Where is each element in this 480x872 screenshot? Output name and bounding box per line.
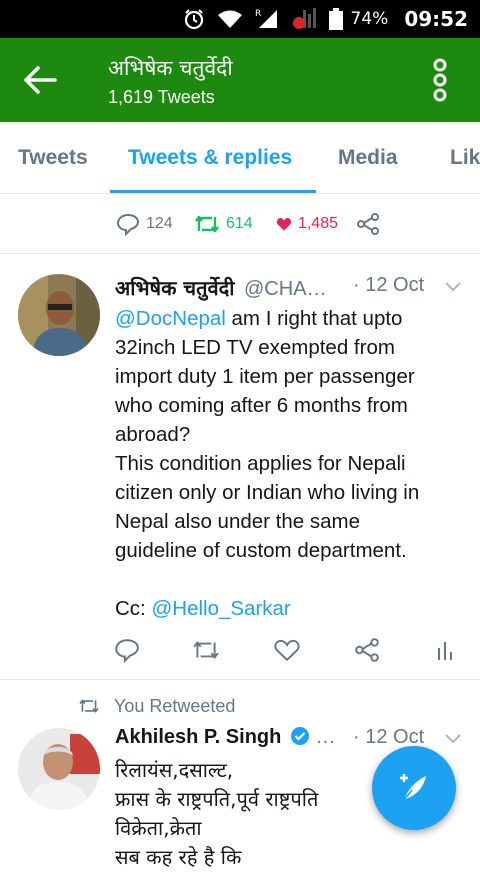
author-handle[interactable]: @CHA… bbox=[244, 278, 327, 300]
overflow-menu-button[interactable] bbox=[418, 56, 462, 104]
analytics-button[interactable] bbox=[436, 632, 454, 668]
heart-icon bbox=[276, 218, 292, 231]
handle-ellipsis: … bbox=[315, 726, 336, 748]
reply-icon bbox=[116, 213, 140, 236]
alarm-icon bbox=[183, 8, 205, 30]
verified-badge-icon bbox=[290, 726, 310, 752]
retweet-icon bbox=[79, 699, 99, 713]
retweet-count: 614 bbox=[226, 215, 253, 232]
retweet-context: You Retweeted bbox=[78, 692, 235, 720]
share-icon bbox=[357, 213, 379, 235]
previous-tweet-actions: 124 614 1,485 bbox=[0, 194, 480, 254]
tweet-menu-button[interactable] bbox=[444, 732, 462, 750]
tab-tweets-and-replies[interactable]: Tweets & replies bbox=[128, 122, 292, 193]
profile-tabs: Tweets Tweets & replies Media Likes bbox=[0, 122, 480, 194]
reply-button[interactable] bbox=[114, 632, 140, 668]
avatar[interactable] bbox=[18, 274, 100, 356]
arrow-left-icon bbox=[24, 66, 57, 94]
reply-count: 124 bbox=[146, 215, 173, 232]
compose-feather-icon bbox=[400, 774, 426, 801]
signal-icon: R bbox=[255, 8, 279, 30]
tweet-actions bbox=[0, 624, 480, 674]
analytics-icon bbox=[438, 642, 452, 660]
retweet-icon bbox=[193, 641, 219, 659]
back-button[interactable] bbox=[18, 58, 62, 102]
app-bar: अभिषेक चतुर्वेदी 1,619 Tweets bbox=[0, 38, 480, 122]
tweet-menu-button[interactable] bbox=[444, 280, 462, 298]
status-bar: R 74% 09:52 bbox=[0, 0, 480, 38]
tweet-count: 1,619 Tweets bbox=[108, 87, 215, 107]
author-name[interactable]: अभिषेक चतुर्वेदी bbox=[115, 276, 234, 300]
clock: 09:52 bbox=[404, 7, 468, 31]
share-button[interactable] bbox=[354, 632, 380, 668]
reply-button[interactable]: 124 bbox=[116, 194, 173, 254]
like-count: 1,485 bbox=[297, 215, 338, 232]
reply-icon bbox=[115, 639, 139, 663]
retweet-button[interactable] bbox=[192, 632, 220, 668]
retweet-context-label: You Retweeted bbox=[114, 695, 236, 716]
battery-percent: 74% bbox=[350, 9, 389, 29]
chevron-down-icon bbox=[445, 734, 461, 744]
tab-likes[interactable]: Likes bbox=[450, 122, 480, 193]
svg-text:R: R bbox=[255, 9, 261, 19]
more-vertical-icon bbox=[433, 58, 447, 102]
battery-icon bbox=[328, 8, 343, 30]
tweet-text: @DocNepal am I right that upto 32inch LE… bbox=[115, 304, 465, 623]
share-button[interactable] bbox=[356, 194, 380, 254]
like-button[interactable] bbox=[274, 632, 300, 668]
like-button[interactable]: 1,485 bbox=[276, 194, 338, 254]
author-name[interactable]: Akhilesh P. Singh bbox=[115, 726, 281, 748]
tweet-body: am I right that upto 32inch LED TV exemp… bbox=[115, 307, 420, 620]
retweet-button[interactable]: 614 bbox=[194, 194, 253, 254]
profile-name-title: अभिषेक चतुर्वेदी bbox=[108, 56, 233, 80]
tweet-header: अभिषेक चतुर्वेदी @CHA… · 12 Oct bbox=[115, 274, 465, 304]
chevron-down-icon bbox=[445, 282, 461, 292]
avatar[interactable] bbox=[18, 728, 100, 810]
wifi-icon bbox=[217, 9, 243, 29]
share-icon bbox=[355, 638, 379, 662]
retweet-icon bbox=[195, 215, 219, 233]
cc-mention-link[interactable]: @Hello_Sarkar bbox=[151, 597, 290, 620]
tweet-card[interactable]: अभिषेक चतुर्वेदी @CHA… · 12 Oct @DocNepa… bbox=[0, 254, 480, 680]
heart-icon bbox=[274, 639, 300, 662]
mention-link[interactable]: @DocNepal bbox=[115, 307, 226, 330]
tweet-date: · 12 Oct bbox=[353, 274, 425, 296]
tab-tweets[interactable]: Tweets bbox=[18, 122, 88, 193]
notification-icon bbox=[291, 8, 317, 30]
tab-media[interactable]: Media bbox=[338, 122, 398, 193]
compose-tweet-button[interactable] bbox=[372, 746, 456, 830]
